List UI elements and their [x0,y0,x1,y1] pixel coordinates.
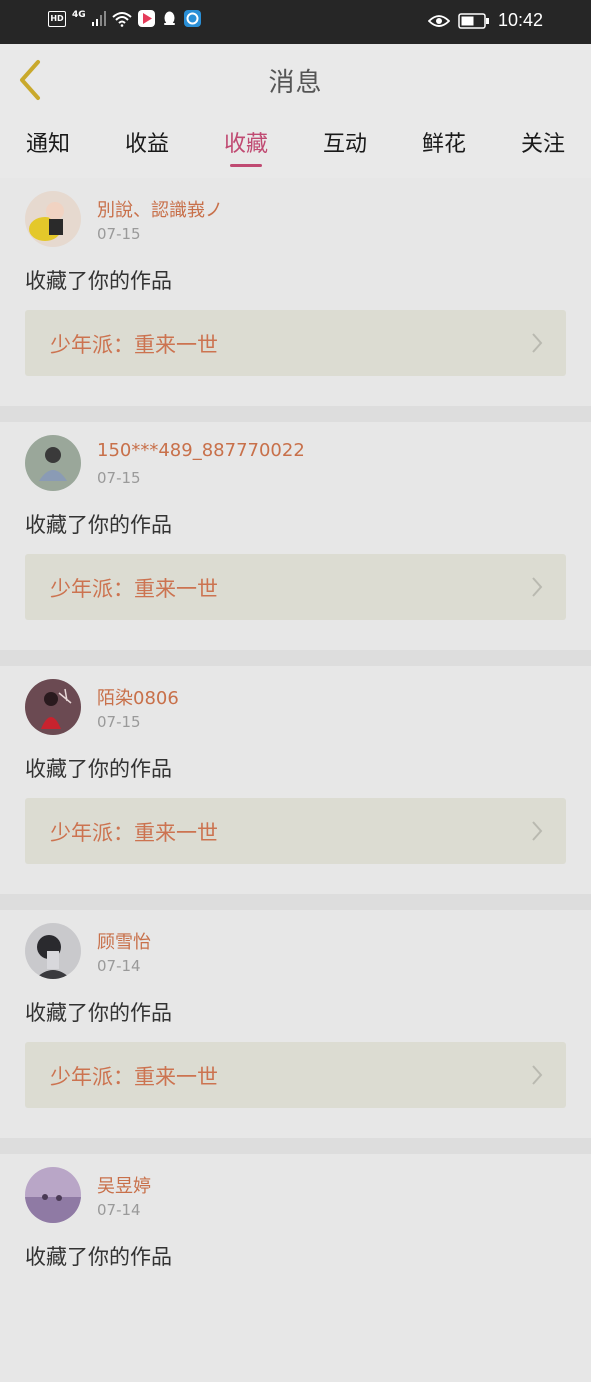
work-title: 少年派：重来一世 [50,1065,218,1089]
video-app-icon [137,10,155,27]
message-text: 收藏了你的作品 [25,757,172,781]
work-link[interactable]: 少年派：重来一世 [25,554,566,620]
avatar[interactable] [25,679,81,735]
tab-notifications[interactable]: 通知 [8,126,88,158]
message-date: 07-15 [97,225,141,243]
work-link[interactable]: 少年派：重来一世 [25,310,566,376]
divider [0,406,591,422]
divider [0,894,591,910]
list-item: 別說、認識峩ノ 07-15 收藏了你的作品 少年派：重来一世 [0,178,591,406]
work-title: 少年派：重来一世 [50,577,218,601]
work-title: 少年派：重来一世 [50,821,218,845]
tab-earnings[interactable]: 收益 [107,126,187,158]
app-header: 消息 [0,44,591,116]
work-link[interactable]: 少年派：重来一世 [25,798,566,864]
username[interactable]: 顾雪怡 [97,928,151,954]
username[interactable]: 別說、認識峩ノ [97,196,223,222]
avatar[interactable] [25,1167,81,1223]
message-date: 07-15 [97,713,141,731]
clock: 10:42 [497,10,543,30]
work-title: 少年派：重来一世 [50,333,218,357]
chevron-right-icon [532,577,543,597]
message-text: 收藏了你的作品 [25,269,172,293]
status-right: 10:42 [427,10,543,31]
username[interactable]: 陌染0806 [97,684,179,710]
list-item: 顾雪怡 07-14 收藏了你的作品 少年派：重来一世 [0,910,591,1138]
work-link[interactable]: 少年派：重来一世 [25,1042,566,1108]
active-tab-indicator [230,164,262,167]
signal-icon [91,10,106,26]
status-left: HD 4G [48,10,201,27]
tab-follows[interactable]: 关注 [503,126,583,158]
divider [0,1138,591,1154]
status-bar: HD 4G 10:42 [0,0,591,44]
page-title: 消息 [268,68,323,98]
eye-comfort-icon [427,14,450,27]
message-date: 07-14 [97,1201,141,1219]
browser-app-icon [183,10,201,27]
tab-favorites[interactable]: 收藏 [206,126,286,158]
chevron-right-icon [532,1065,543,1085]
chevron-right-icon [532,333,543,353]
divider [0,650,591,666]
tab-interactions[interactable]: 互动 [305,126,385,158]
message-text: 收藏了你的作品 [25,1001,172,1025]
network-type-label: 4G [72,9,86,20]
hd-badge: HD [48,10,66,27]
list-item: 150***489_887770022 07-15 收藏了你的作品 少年派：重来… [0,422,591,650]
message-text: 收藏了你的作品 [25,513,172,537]
tab-bar: 通知 收益 收藏 互动 鲜花 关注 [0,116,591,176]
username[interactable]: 150***489_887770022 [97,440,305,461]
chevron-right-icon [532,821,543,841]
message-date: 07-14 [97,957,141,975]
avatar[interactable] [25,923,81,979]
message-text: 收藏了你的作品 [25,1245,172,1269]
avatar[interactable] [25,191,81,247]
avatar[interactable] [25,435,81,491]
tab-flowers[interactable]: 鲜花 [404,126,484,158]
message-date: 07-15 [97,469,141,487]
wifi-icon [111,11,132,27]
list-item: 陌染0806 07-15 收藏了你的作品 少年派：重来一世 [0,666,591,894]
qq-icon [161,10,178,27]
username[interactable]: 吴昱婷 [97,1172,151,1198]
list-item: 吴昱婷 07-14 收藏了你的作品 [0,1154,591,1382]
battery-icon [458,12,489,29]
